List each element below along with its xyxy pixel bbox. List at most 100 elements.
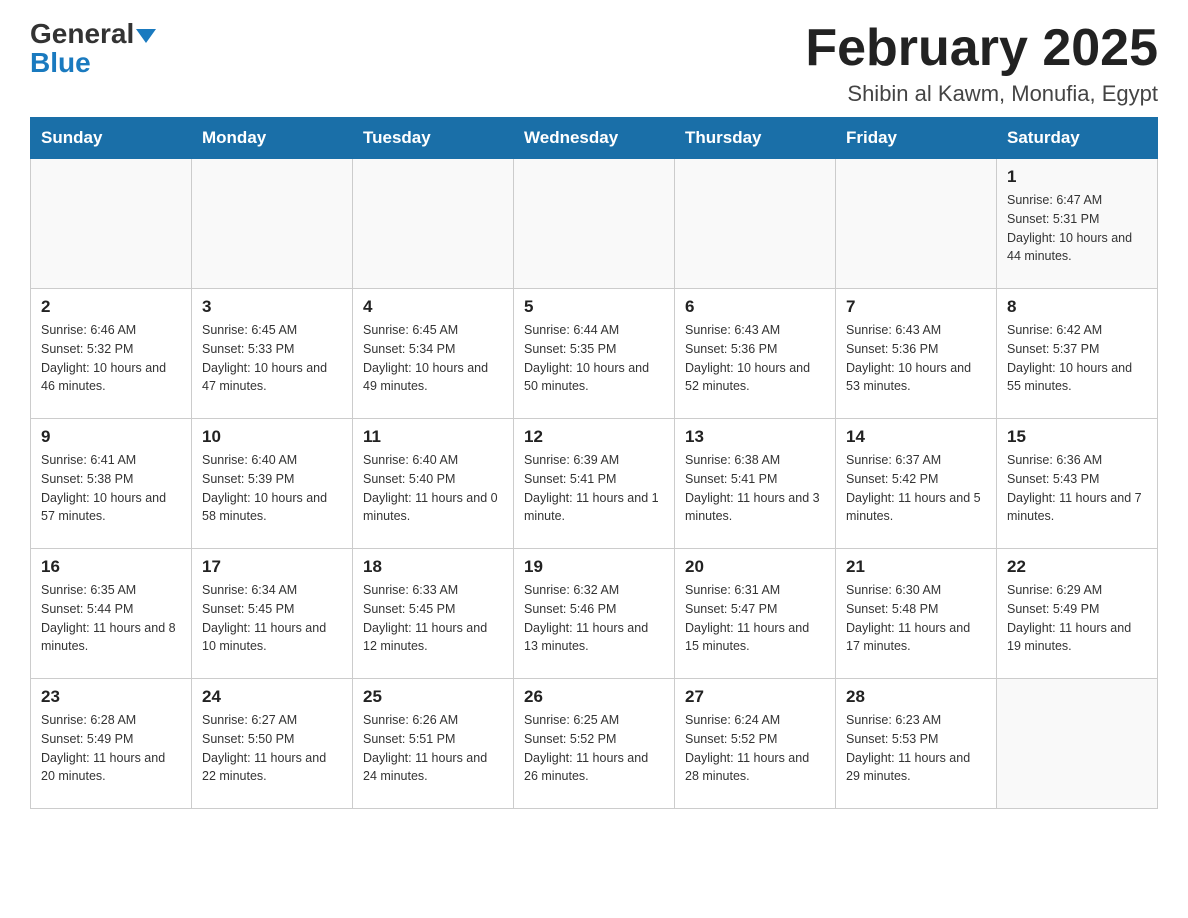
table-row <box>675 159 836 289</box>
day-info-line: Sunrise: 6:47 AM <box>1007 193 1102 207</box>
day-info-line: Sunset: 5:38 PM <box>41 472 133 486</box>
table-row: 28Sunrise: 6:23 AMSunset: 5:53 PMDayligh… <box>836 679 997 809</box>
table-row: 26Sunrise: 6:25 AMSunset: 5:52 PMDayligh… <box>514 679 675 809</box>
day-number: 27 <box>685 687 825 707</box>
table-row: 3 Sunrise: 6:45 AMSunset: 5:33 PMDaylight… <box>192 289 353 419</box>
day-info: Sunrise: 6:47 AMSunset: 5:31 PMDaylight:… <box>1007 191 1147 266</box>
day-info-line: Sunrise: 6:37 AM <box>846 453 941 467</box>
day-info: Sunrise: 6:41 AMSunset: 5:38 PMDaylight:… <box>41 451 181 526</box>
day-info: Sunrise: 6:33 AMSunset: 5:45 PMDaylight:… <box>363 581 503 656</box>
day-info-line: Sunset: 5:46 PM <box>524 602 616 616</box>
day-number: 19 <box>524 557 664 577</box>
month-title: February 2025 <box>805 20 1158 77</box>
day-info-line: Sunset: 5:44 PM <box>41 602 133 616</box>
day-info-line: Daylight: 11 hours and 12 minutes. <box>363 621 487 654</box>
col-wednesday: Wednesday <box>514 118 675 159</box>
day-info: Sunrise: 6:43 AMSunset: 5:36 PMDaylight:… <box>846 321 986 396</box>
day-number: 26 <box>524 687 664 707</box>
day-number: 6 <box>685 297 825 317</box>
day-number: 9 <box>41 427 181 447</box>
day-info: Sunrise: 6:24 AM Sunset: 5:52 PM Daylight:… <box>685 711 825 786</box>
day-info-line: Sunset: 5:34 PM <box>363 342 455 356</box>
day-info-line: Sunrise: 6:24 AM <box>685 713 780 727</box>
day-info-line: Sunset: 5:32 PM <box>41 342 133 356</box>
day-info: Sunrise: 6:44 AMSunset: 5:35 PMDaylight:… <box>524 321 664 396</box>
day-info: Sunrise: 6:45 AMSunset: 5:33 PMDaylight:… <box>202 321 342 396</box>
day-info: Sunrise: 6:27 AMSunset: 5:50 PMDaylight:… <box>202 711 342 786</box>
logo: General Blue <box>30 20 156 79</box>
day-info-line: Sunrise: 6:40 AM <box>363 453 458 467</box>
day-number: 15 <box>1007 427 1147 447</box>
day-number: 18 <box>363 557 503 577</box>
day-info-line: Sunset: 5:36 PM <box>846 342 938 356</box>
day-info: Sunrise: 6:38 AMSunset: 5:41 PMDaylight:… <box>685 451 825 526</box>
day-info-line: Sunrise: 6:35 AM <box>41 583 136 597</box>
day-info-line: Daylight: 11 hours and 7 minutes. <box>1007 491 1142 524</box>
day-number: 14 <box>846 427 986 447</box>
day-info-line: Sunrise: 6:27 AM <box>202 713 297 727</box>
table-row: 12Sunrise: 6:39 AMSunset: 5:41 PMDayligh… <box>514 419 675 549</box>
col-friday: Friday <box>836 118 997 159</box>
day-info: Sunrise: 6:31 AMSunset: 5:47 PMDaylight:… <box>685 581 825 656</box>
day-info-line: Daylight: 11 hours and 3 minutes. <box>685 491 820 524</box>
table-row: 1 Sunrise: 6:47 AMSunset: 5:31 PMDaylight… <box>997 159 1158 289</box>
day-info-line: Sunset: 5:35 PM <box>524 342 616 356</box>
calendar-header-row: Sunday Monday Tuesday Wednesday Thursday… <box>31 118 1158 159</box>
day-info-line: Daylight: 11 hours and 29 minutes. <box>846 751 970 784</box>
day-number: 20 <box>685 557 825 577</box>
col-sunday: Sunday <box>31 118 192 159</box>
day-info-line: Sunrise: 6:29 AM <box>1007 583 1102 597</box>
table-row: 2Sunrise: 6:46 AMSunset: 5:32 PMDaylight… <box>31 289 192 419</box>
day-info-line: Sunrise: 6:26 AM <box>363 713 458 727</box>
day-info: Sunrise: 6:36 AMSunset: 5:43 PMDaylight:… <box>1007 451 1147 526</box>
day-info: Sunrise: 6:40 AMSunset: 5:39 PMDaylight:… <box>202 451 342 526</box>
table-row: 7 Sunrise: 6:43 AMSunset: 5:36 PMDaylight… <box>836 289 997 419</box>
logo-text-line1: General <box>30 20 156 48</box>
day-info-line: Daylight: 11 hours and 28 minutes. <box>685 751 809 784</box>
day-info-line: Daylight: 10 hours and 44 minutes. <box>1007 231 1132 264</box>
calendar-week-row: 9 Sunrise: 6:41 AMSunset: 5:38 PMDaylight… <box>31 419 1158 549</box>
logo-text-line2: Blue <box>30 48 91 79</box>
day-number: 1 <box>1007 167 1147 187</box>
day-info-line: Daylight: 10 hours and 53 minutes. <box>846 361 971 394</box>
table-row: 18 Sunrise: 6:33 AMSunset: 5:45 PMDayligh… <box>353 549 514 679</box>
day-info-line: Sunrise: 6:42 AM <box>1007 323 1102 337</box>
day-number: 25 <box>363 687 503 707</box>
table-row: 6Sunrise: 6:43 AMSunset: 5:36 PMDaylight… <box>675 289 836 419</box>
day-info-line: Daylight: 11 hours and 19 minutes. <box>1007 621 1131 654</box>
day-info-line: Daylight: 10 hours and 46 minutes. <box>41 361 166 394</box>
day-info-line: Daylight: 11 hours and 20 minutes. <box>41 751 165 784</box>
day-info-line: Daylight: 10 hours and 49 minutes. <box>363 361 488 394</box>
table-row: 23Sunrise: 6:28 AMSunset: 5:49 PMDayligh… <box>31 679 192 809</box>
day-info: Sunrise: 6:26 AMSunset: 5:51 PMDaylight:… <box>363 711 503 786</box>
day-info-line: Sunrise: 6:23 AM <box>846 713 941 727</box>
table-row <box>997 679 1158 809</box>
day-info-line: Daylight: 11 hours and 5 minutes. <box>846 491 981 524</box>
day-info-line: Sunrise: 6:46 AM <box>41 323 136 337</box>
day-info-line: Sunrise: 6:44 AM <box>524 323 619 337</box>
day-info: Sunrise: 6:39 AMSunset: 5:41 PMDaylight:… <box>524 451 664 526</box>
calendar-week-row: 16Sunrise: 6:35 AMSunset: 5:44 PMDayligh… <box>31 549 1158 679</box>
table-row: 21Sunrise: 6:30 AMSunset: 5:48 PMDayligh… <box>836 549 997 679</box>
calendar-week-row: 2Sunrise: 6:46 AMSunset: 5:32 PMDaylight… <box>31 289 1158 419</box>
day-info-line: Daylight: 11 hours and 13 minutes. <box>524 621 648 654</box>
table-row <box>353 159 514 289</box>
day-number: 7 <box>846 297 986 317</box>
day-info-line: Sunrise: 6:33 AM <box>363 583 458 597</box>
table-row: 10 Sunrise: 6:40 AMSunset: 5:39 PMDayligh… <box>192 419 353 549</box>
day-info: Sunrise: 6:23 AMSunset: 5:53 PMDaylight:… <box>846 711 986 786</box>
table-row: 13Sunrise: 6:38 AMSunset: 5:41 PMDayligh… <box>675 419 836 549</box>
day-info-line: Sunset: 5:41 PM <box>524 472 616 486</box>
day-number: 10 <box>202 427 342 447</box>
day-info-line: Daylight: 11 hours and 17 minutes. <box>846 621 970 654</box>
table-row <box>192 159 353 289</box>
table-row <box>514 159 675 289</box>
day-info-line: Sunset: 5:42 PM <box>846 472 938 486</box>
day-info-line: Sunset: 5:52 PM <box>685 732 777 746</box>
day-info: Sunrise: 6:28 AMSunset: 5:49 PMDaylight:… <box>41 711 181 786</box>
logo-arrow-icon <box>136 29 156 43</box>
day-info: Sunrise: 6:37 AM Sunset: 5:42 PM Daylight:… <box>846 451 986 526</box>
day-number: 3 <box>202 297 342 317</box>
day-info-line: Sunrise: 6:28 AM <box>41 713 136 727</box>
day-info-line: Sunset: 5:41 PM <box>685 472 777 486</box>
